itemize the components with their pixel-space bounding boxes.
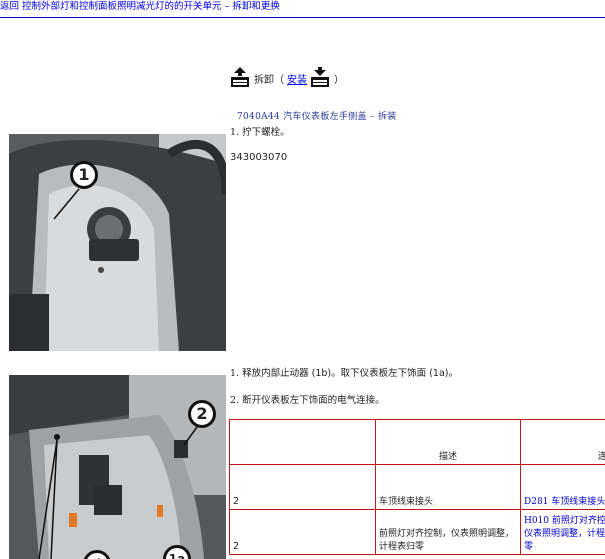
removal-install-row: 拆卸（ 安装 ） xyxy=(229,66,347,90)
page-title: 控制外部灯和控制面板照明减光灯的的开关单元 – 拆卸和更换 xyxy=(22,1,280,12)
row-1-connector-link[interactable]: D281 车顶线束接头 xyxy=(520,464,605,510)
removal-suffix: ） xyxy=(334,74,344,86)
procedure-title: 7040A44 汽车仪表板左手侧盖 – 拆装 xyxy=(237,112,397,122)
callout-2: 2 xyxy=(188,400,216,428)
step-2: 1. 释放内部止动器 (1b)。取下仪表板左下饰面 (1b)(1a)。 xyxy=(230,365,458,379)
step-2-number: 1. xyxy=(230,368,240,379)
dashboard-photo-1: 1 xyxy=(9,134,226,351)
table-row: 2 车顶线束接头 D281 车顶线束接头 xyxy=(229,464,605,510)
step-1-number: 1. xyxy=(230,127,240,138)
part-number: 343003070 xyxy=(230,152,288,163)
callout-1: 1 xyxy=(70,161,98,189)
table-header-description: 描述 xyxy=(375,419,521,465)
row-1-number: 2 xyxy=(229,464,376,510)
step-3-number: 2. xyxy=(230,395,240,406)
step-1: 1. 拧下螺栓。 xyxy=(230,124,290,138)
step-2-ref-1a-visible: (1a) xyxy=(429,368,449,379)
step-3-text: 断开仪表板左下饰面的电气连接。 xyxy=(242,395,385,406)
back-link[interactable]: 返回 xyxy=(0,1,19,12)
step-3: 2. 断开仪表板左下饰面的电气连接。 xyxy=(230,392,385,406)
row-2-description: 前照灯对齐控制，仪表照明调整，计程表归零 xyxy=(375,509,521,555)
row-2-number: 2 xyxy=(229,509,376,555)
remove-tool-icon xyxy=(229,67,251,89)
install-tool-icon xyxy=(309,67,331,89)
step-2-text-c: 。 xyxy=(448,368,458,379)
top-navigation-bar: 返回 控制外部灯和控制面板照明减光灯的的开关单元 – 拆卸和更换 xyxy=(0,0,605,18)
removal-label: 拆卸（ xyxy=(254,74,284,86)
step-2-text-a: 释放内部止动器 xyxy=(242,368,309,379)
row-2-connector-link[interactable]: H010 前照灯对齐控制，仪表照明调整，计程表归零 xyxy=(520,509,605,555)
table-header-number xyxy=(229,419,376,465)
table-header-row: 描述 连接器 xyxy=(229,419,605,465)
install-link[interactable]: 安装 xyxy=(287,71,307,86)
table-row: 2 前照灯对齐控制，仪表照明调整，计程表归零 H010 前照灯对齐控制，仪表照明… xyxy=(229,509,605,555)
step-1-text: 拧下螺栓。 xyxy=(242,127,290,138)
table-header-connector: 连接器 xyxy=(520,419,605,465)
row-1-description: 车顶线束接头 xyxy=(375,464,521,510)
connector-table: 描述 连接器 2 车顶线束接头 D281 车顶线束接头 2 前照灯对齐控制，仪表… xyxy=(229,419,605,555)
dashboard-photo-2: 2 1b 1a xyxy=(9,375,226,559)
step-2-ref-1b: (1b) xyxy=(311,368,332,379)
step-2-text-b: 。取下仪表板左下饰面 xyxy=(331,368,427,379)
